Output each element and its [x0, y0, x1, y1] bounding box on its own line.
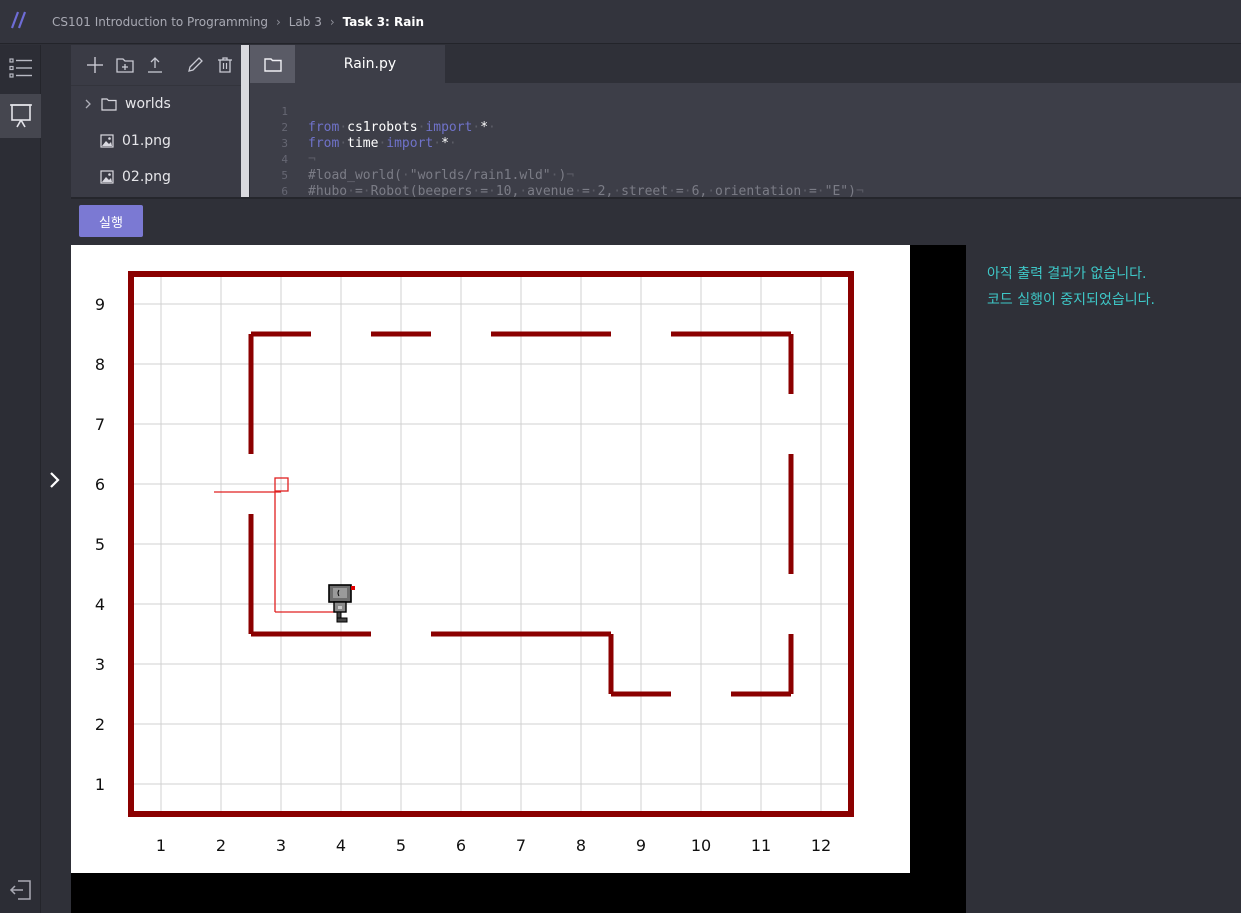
left-rail	[0, 45, 41, 913]
output-line: 코드 실행이 중지되었습니다.	[987, 292, 1155, 308]
y-tick-label: 6	[95, 475, 105, 494]
y-tick-label: 9	[95, 295, 105, 314]
chevron-right-icon: ›	[275, 15, 281, 29]
code-line-text: ¬	[308, 152, 316, 167]
code-line: 2 from·time·import·*·	[250, 104, 456, 151]
y-tick-label: 3	[95, 655, 105, 674]
file-tree-toolbar	[71, 45, 241, 86]
x-tick-label: 10	[691, 836, 711, 855]
outline-button[interactable]	[0, 46, 41, 90]
upload-icon	[148, 57, 162, 73]
new-folder-button[interactable]	[115, 55, 135, 75]
outline-list-icon	[8, 58, 32, 78]
y-tick-label: 1	[95, 775, 105, 794]
chevron-right-icon[interactable]	[47, 470, 63, 490]
code-line-text: from·cs1robots·import·*·	[308, 120, 496, 135]
x-tick-label: 6	[456, 836, 466, 855]
new-file-button[interactable]	[85, 55, 105, 75]
file-tree-scrollbar[interactable]	[241, 45, 249, 197]
panel-divider[interactable]	[71, 197, 1241, 199]
file-tree: worlds 01.png 02.png	[71, 45, 241, 197]
tree-item-01-png[interactable]: 01.png	[71, 126, 241, 156]
y-tick-label: 4	[95, 595, 105, 614]
run-button[interactable]: 실행	[79, 205, 143, 237]
folder-icon	[263, 57, 282, 72]
top-bar: CS101 Introduction to Programming › Lab …	[0, 0, 1241, 44]
new-folder-icon	[116, 58, 134, 73]
presentation-icon	[9, 104, 32, 128]
x-tick-label: 11	[751, 836, 771, 855]
output-line: 아직 출력 결과가 없습니다.	[987, 266, 1147, 282]
tab-rain-py[interactable]: Rain.py	[295, 45, 445, 83]
code-line: 1 from·cs1robots·import·*·	[250, 88, 496, 135]
edit-icon	[188, 57, 203, 72]
x-axis-labels: 1 2 3 4 5 6 7 8 9 10 11 12	[156, 836, 831, 855]
delete-button[interactable]	[215, 55, 235, 75]
code-editor: Rain.py 1 from·cs1robots·import·*· 2 fro…	[250, 45, 1241, 197]
trash-icon	[218, 57, 232, 73]
exit-icon	[9, 880, 31, 900]
world-grid: 1 2 3 4 5 6 7 8 9 10 11 12 123456789	[95, 271, 854, 855]
grid-lines	[131, 274, 851, 814]
code-line: 4 #load_world(·"worlds/rain1.wld"·)¬	[250, 136, 574, 183]
y-axis-labels: 1 2 3 4 5 6 7 8 9	[95, 295, 105, 794]
tree-item-02-png[interactable]: 02.png	[71, 162, 241, 192]
y-tick-label: 2	[95, 715, 105, 734]
code-line: 5 #hubo·=·Robot(beepers·=·10,·avenue·=·2…	[250, 152, 863, 197]
x-tick-label: 7	[516, 836, 526, 855]
x-tick-label: 1	[156, 836, 166, 855]
y-tick-label: 8	[95, 355, 105, 374]
breadcrumb-task: Task 3: Rain	[342, 15, 425, 29]
chevron-right-icon: ›	[329, 15, 335, 29]
presentation-button[interactable]	[0, 94, 41, 138]
tree-item-label: worlds	[125, 96, 171, 112]
x-tick-label: 9	[636, 836, 646, 855]
code-line-text: #hubo·=·Robot(beepers·=·10,·avenue·=·2,·…	[308, 184, 864, 197]
exit-button[interactable]	[0, 868, 41, 912]
code-line: 7 load_world(·"worlds/rain2.wld"·)¬	[250, 184, 297, 197]
world-canvas-area: 1 2 3 4 5 6 7 8 9 10 11 12 123456789	[71, 245, 966, 913]
editor-tab-strip: Rain.py	[250, 45, 1241, 83]
breadcrumb: CS101 Introduction to Programming › Lab …	[52, 0, 424, 44]
rename-button[interactable]	[185, 55, 205, 75]
folder-icon	[101, 98, 117, 111]
x-tick-label: 8	[576, 836, 586, 855]
output-panel: 아직 출력 결과가 없습니다. 코드 실행이 중지되었습니다.	[987, 261, 1155, 313]
plus-icon	[87, 57, 103, 73]
breadcrumb-course[interactable]: CS101 Introduction to Programming	[52, 15, 268, 29]
x-tick-label: 2	[216, 836, 226, 855]
image-file-icon	[100, 134, 114, 148]
x-tick-label: 4	[336, 836, 346, 855]
breadcrumb-lab[interactable]: Lab 3	[289, 15, 322, 29]
code-line: 6 ¬	[250, 168, 297, 197]
y-tick-label: 5	[95, 535, 105, 554]
upload-button[interactable]	[145, 55, 165, 75]
chevron-right-icon	[85, 99, 91, 109]
logo-icon[interactable]	[9, 8, 29, 32]
x-tick-label: 12	[811, 836, 831, 855]
tree-item-label: 02.png	[122, 169, 171, 185]
code-area[interactable]: 1 from·cs1robots·import·*· 2 from·time·i…	[250, 87, 1241, 197]
x-tick-label: 5	[396, 836, 406, 855]
image-file-icon	[100, 170, 114, 184]
robot-world: 1 2 3 4 5 6 7 8 9 10 11 12 123456789	[71, 245, 910, 873]
tree-item-label: 01.png	[122, 133, 171, 149]
files-toggle-button[interactable]	[250, 45, 295, 83]
code-line-text: from·time·import·*·	[308, 136, 457, 151]
code-line: 3 ¬	[250, 120, 315, 167]
y-tick-label: 7	[95, 415, 105, 434]
robot-trace	[214, 477, 336, 613]
tree-item-worlds[interactable]: worlds	[71, 89, 241, 119]
x-tick-label: 3	[276, 836, 286, 855]
code-line-text: #load_world(·"worlds/rain1.wld"·)¬	[308, 168, 575, 183]
